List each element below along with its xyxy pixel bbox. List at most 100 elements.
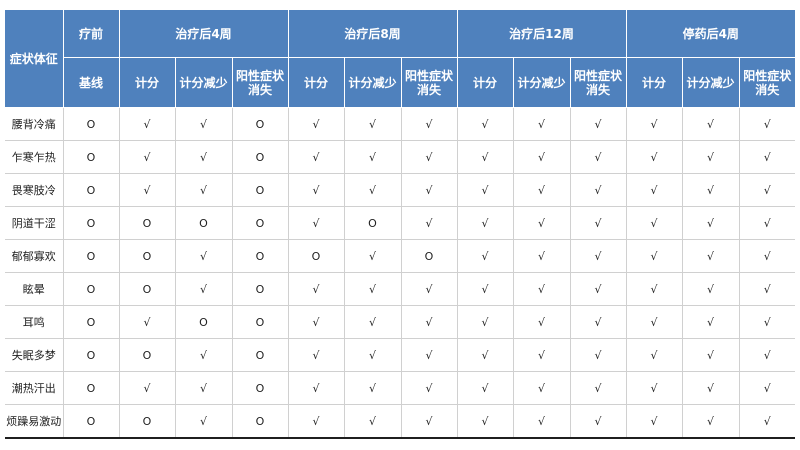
table-row: 耳鸣 O √ O O √ √ √ √ √ √ √ √ √	[5, 305, 796, 339]
table-row: 乍寒乍热 O √ √ O √ √ √ √ √ √ √ √ √	[5, 140, 796, 174]
sub-header-score: 计分	[119, 57, 176, 108]
status-cell: √	[457, 305, 514, 339]
status-cell: √	[119, 173, 176, 207]
status-cell: √	[119, 140, 176, 174]
status-cell: O	[119, 338, 176, 372]
status-cell: √	[570, 173, 627, 207]
status-cell: √	[626, 272, 683, 306]
sub-header-positive-symptom-disappear: 阳性症状 消失	[739, 57, 796, 108]
table-row: 眩晕 O O √ O √ √ √ √ √ √ √ √ √	[5, 272, 796, 306]
status-cell: √	[175, 140, 233, 174]
status-cell: √	[401, 371, 458, 405]
status-cell: √	[457, 272, 514, 306]
status-cell: O	[175, 305, 233, 339]
sub-header-positive-symptom-disappear: 阳性症状 消失	[401, 57, 458, 108]
status-cell: √	[344, 107, 402, 141]
table-row: 腰背冷痛 O √ √ O √ √ √ √ √ √ √ √ √	[5, 107, 796, 141]
status-cell: √	[119, 107, 176, 141]
symptom-name: 乍寒乍热	[5, 140, 64, 174]
status-cell: √	[288, 272, 345, 306]
symptom-name: 耳鸣	[5, 305, 64, 339]
group-header-pretreatment: 疗前	[63, 10, 120, 58]
status-cell: √	[457, 404, 514, 439]
status-cell: √	[401, 272, 458, 306]
status-cell: √	[739, 140, 796, 174]
group-header-withdrawal-week4: 停药后4周	[626, 10, 796, 58]
symptom-name: 阴道干涩	[5, 206, 64, 240]
status-cell: √	[288, 371, 345, 405]
status-cell: √	[457, 107, 514, 141]
status-cell: √	[570, 107, 627, 141]
status-cell: √	[682, 107, 740, 141]
status-cell: √	[288, 206, 345, 240]
symptom-name: 失眠多梦	[5, 338, 64, 372]
sub-header-score: 计分	[626, 57, 683, 108]
status-cell: √	[570, 371, 627, 405]
status-cell: √	[344, 239, 402, 273]
status-cell: O	[232, 239, 289, 273]
status-cell: O	[344, 206, 402, 240]
status-cell: √	[739, 206, 796, 240]
status-cell: √	[626, 140, 683, 174]
status-cell: O	[63, 140, 120, 174]
sub-header-score-reduction: 计分减少	[513, 57, 571, 108]
status-cell: √	[175, 107, 233, 141]
sub-header-score: 计分	[288, 57, 345, 108]
symptom-name: 烦躁易激动	[5, 404, 64, 439]
status-cell: O	[63, 404, 120, 439]
symptom-name: 郁郁寡欢	[5, 239, 64, 273]
status-cell: √	[513, 404, 571, 439]
status-cell: √	[513, 338, 571, 372]
status-cell: √	[288, 107, 345, 141]
status-cell: √	[401, 173, 458, 207]
status-cell: O	[63, 272, 120, 306]
status-cell: √	[626, 338, 683, 372]
status-cell: √	[288, 338, 345, 372]
status-cell: O	[119, 239, 176, 273]
status-cell: √	[513, 107, 571, 141]
status-cell: √	[739, 272, 796, 306]
status-cell: √	[682, 338, 740, 372]
group-header-week8: 治疗后8周	[288, 10, 458, 58]
status-cell: √	[401, 206, 458, 240]
symptom-name: 潮热汗出	[5, 371, 64, 405]
status-cell: √	[739, 239, 796, 273]
status-cell: √	[739, 371, 796, 405]
status-cell: √	[570, 404, 627, 439]
status-cell: √	[513, 305, 571, 339]
status-cell: √	[682, 404, 740, 439]
table-row: 失眠多梦 O O √ O √ √ √ √ √ √ √ √ √	[5, 338, 796, 372]
status-cell: √	[626, 239, 683, 273]
status-cell: √	[457, 239, 514, 273]
status-cell: O	[119, 272, 176, 306]
status-cell: √	[626, 173, 683, 207]
status-cell: √	[401, 338, 458, 372]
status-cell: O	[63, 338, 120, 372]
status-cell: √	[457, 371, 514, 405]
status-cell: √	[119, 371, 176, 405]
status-cell: O	[63, 371, 120, 405]
status-cell: O	[232, 305, 289, 339]
status-cell: √	[739, 338, 796, 372]
status-cell: √	[344, 371, 402, 405]
sub-header-score-reduction: 计分减少	[344, 57, 402, 108]
symptom-column-header: 症状体征	[5, 10, 64, 108]
status-cell: √	[682, 140, 740, 174]
status-cell: √	[175, 239, 233, 273]
status-cell: √	[570, 338, 627, 372]
status-cell: √	[570, 272, 627, 306]
status-cell: O	[63, 107, 120, 141]
status-cell: √	[513, 206, 571, 240]
status-cell: √	[739, 305, 796, 339]
status-cell: O	[232, 107, 289, 141]
status-cell: O	[119, 404, 176, 439]
sub-header-positive-symptom-disappear: 阳性症状 消失	[570, 57, 627, 108]
status-cell: √	[513, 173, 571, 207]
status-cell: √	[457, 140, 514, 174]
status-cell: √	[457, 206, 514, 240]
table-row: 畏寒肢冷 O √ √ O √ √ √ √ √ √ √ √ √	[5, 173, 796, 207]
status-cell: O	[63, 239, 120, 273]
group-header-week12: 治疗后12周	[457, 10, 627, 58]
status-cell: √	[344, 272, 402, 306]
sub-header-positive-symptom-disappear: 阳性症状 消失	[232, 57, 289, 108]
